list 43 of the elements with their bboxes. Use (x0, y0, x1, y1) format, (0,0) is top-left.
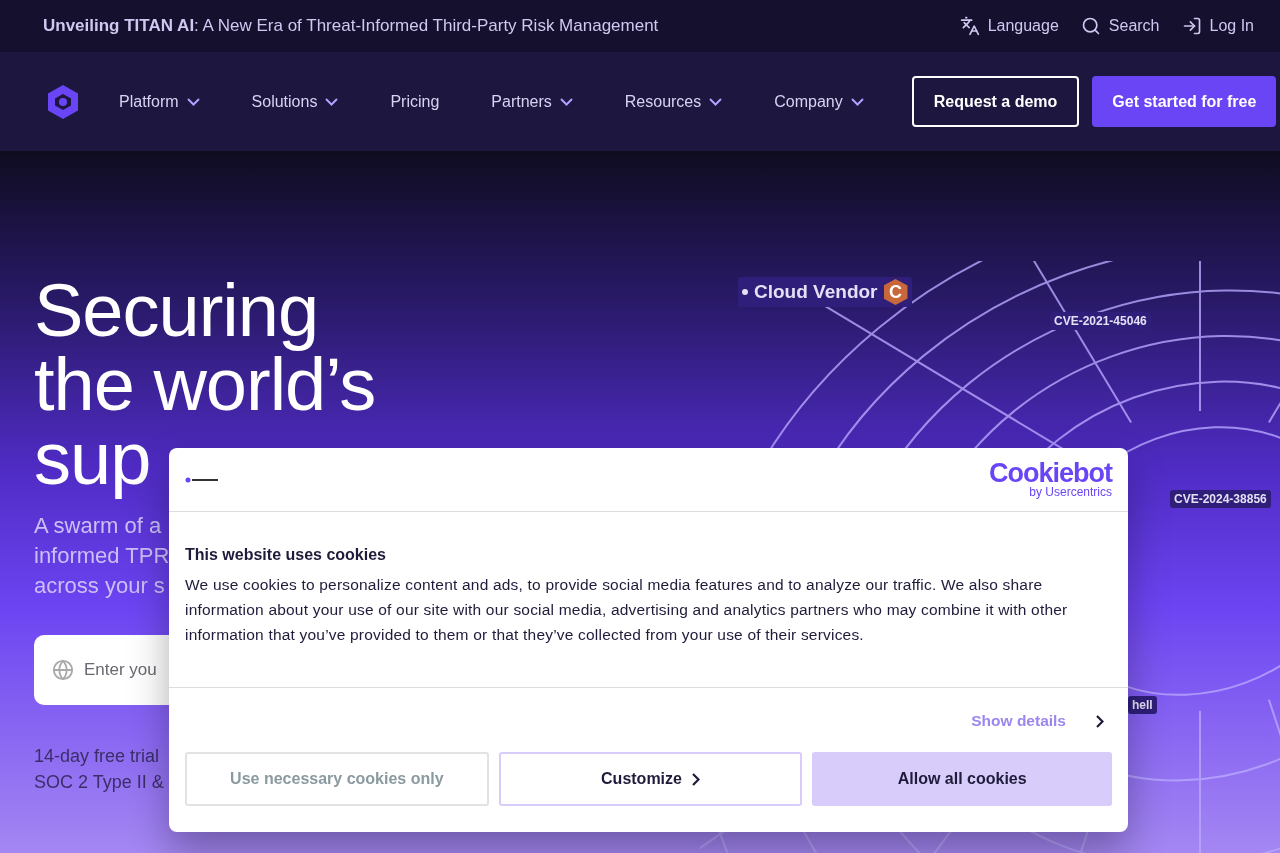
vendor-badge: C (883, 279, 908, 305)
chevron-icon (325, 97, 339, 106)
nav-item[interactable]: Partners (474, 92, 590, 111)
cve-label: CVE-2021-45046 (1050, 312, 1151, 330)
dialog-title: This website uses cookies (185, 546, 387, 564)
logo-icon (46, 83, 80, 120)
cve-label: CVE-2024-38856 (1170, 490, 1271, 508)
chevron-icon (691, 772, 700, 786)
hero-heading: sup (34, 417, 151, 501)
chevron-icon (709, 97, 723, 106)
announcement-text[interactable]: Unveiling TITAN AI: A New Era of Threat-Informed Third-Party Risk Management (43, 16, 659, 36)
dialog-text: We use cookies to personalize content and ads, to provide social media features and to analyze our traffic. We also share information about your use of our site with our social media, advertising and analytics partners who may combine it with other information that you’ve provided to them or that they’ve collected from your use of their services. (185, 575, 1069, 645)
hero-subtitle: A swarm of a (34, 512, 162, 540)
nav-item[interactable]: Company (757, 92, 881, 111)
hero-note: 14-day free trial (34, 745, 160, 768)
chevron-icon (559, 97, 573, 106)
hero-subtitle: across your s (34, 572, 165, 600)
language-link[interactable]: Language (959, 16, 1059, 36)
vendor-label: Cloud Vendor C (738, 277, 912, 307)
chevron-icon (850, 97, 864, 106)
get-started-button[interactable]: Get started for free (1092, 76, 1277, 127)
allow-all-button[interactable]: Allow all cookies (812, 752, 1112, 806)
globe-icon (52, 659, 74, 681)
language-icon (959, 16, 980, 36)
chevron-icon (186, 97, 200, 106)
hero-subtitle: informed TPR (34, 542, 170, 570)
login-link[interactable]: Log In (1181, 16, 1254, 36)
chevron-icon (1096, 714, 1104, 728)
cve-label: hell (1128, 696, 1157, 714)
search-link[interactable]: Search (1080, 16, 1160, 36)
dot-icon (742, 289, 748, 295)
domain-input[interactable]: Enter you (84, 660, 162, 680)
nav-item[interactable]: Solutions (234, 92, 356, 111)
demo-button[interactable]: Request a demo (911, 76, 1080, 127)
nav-item[interactable]: Pricing (373, 92, 457, 111)
customize-button[interactable]: Customize (498, 752, 803, 806)
site-logo-icon (185, 476, 219, 483)
hero-note: SOC 2 Type II & (34, 771, 164, 794)
cookiebot-logo: Cookiebot by Usercentrics (989, 460, 1112, 499)
search-icon (1080, 16, 1101, 36)
login-icon (1181, 16, 1202, 36)
nav-item[interactable]: Platform (102, 92, 217, 111)
nav-item[interactable]: Resources (607, 92, 740, 111)
